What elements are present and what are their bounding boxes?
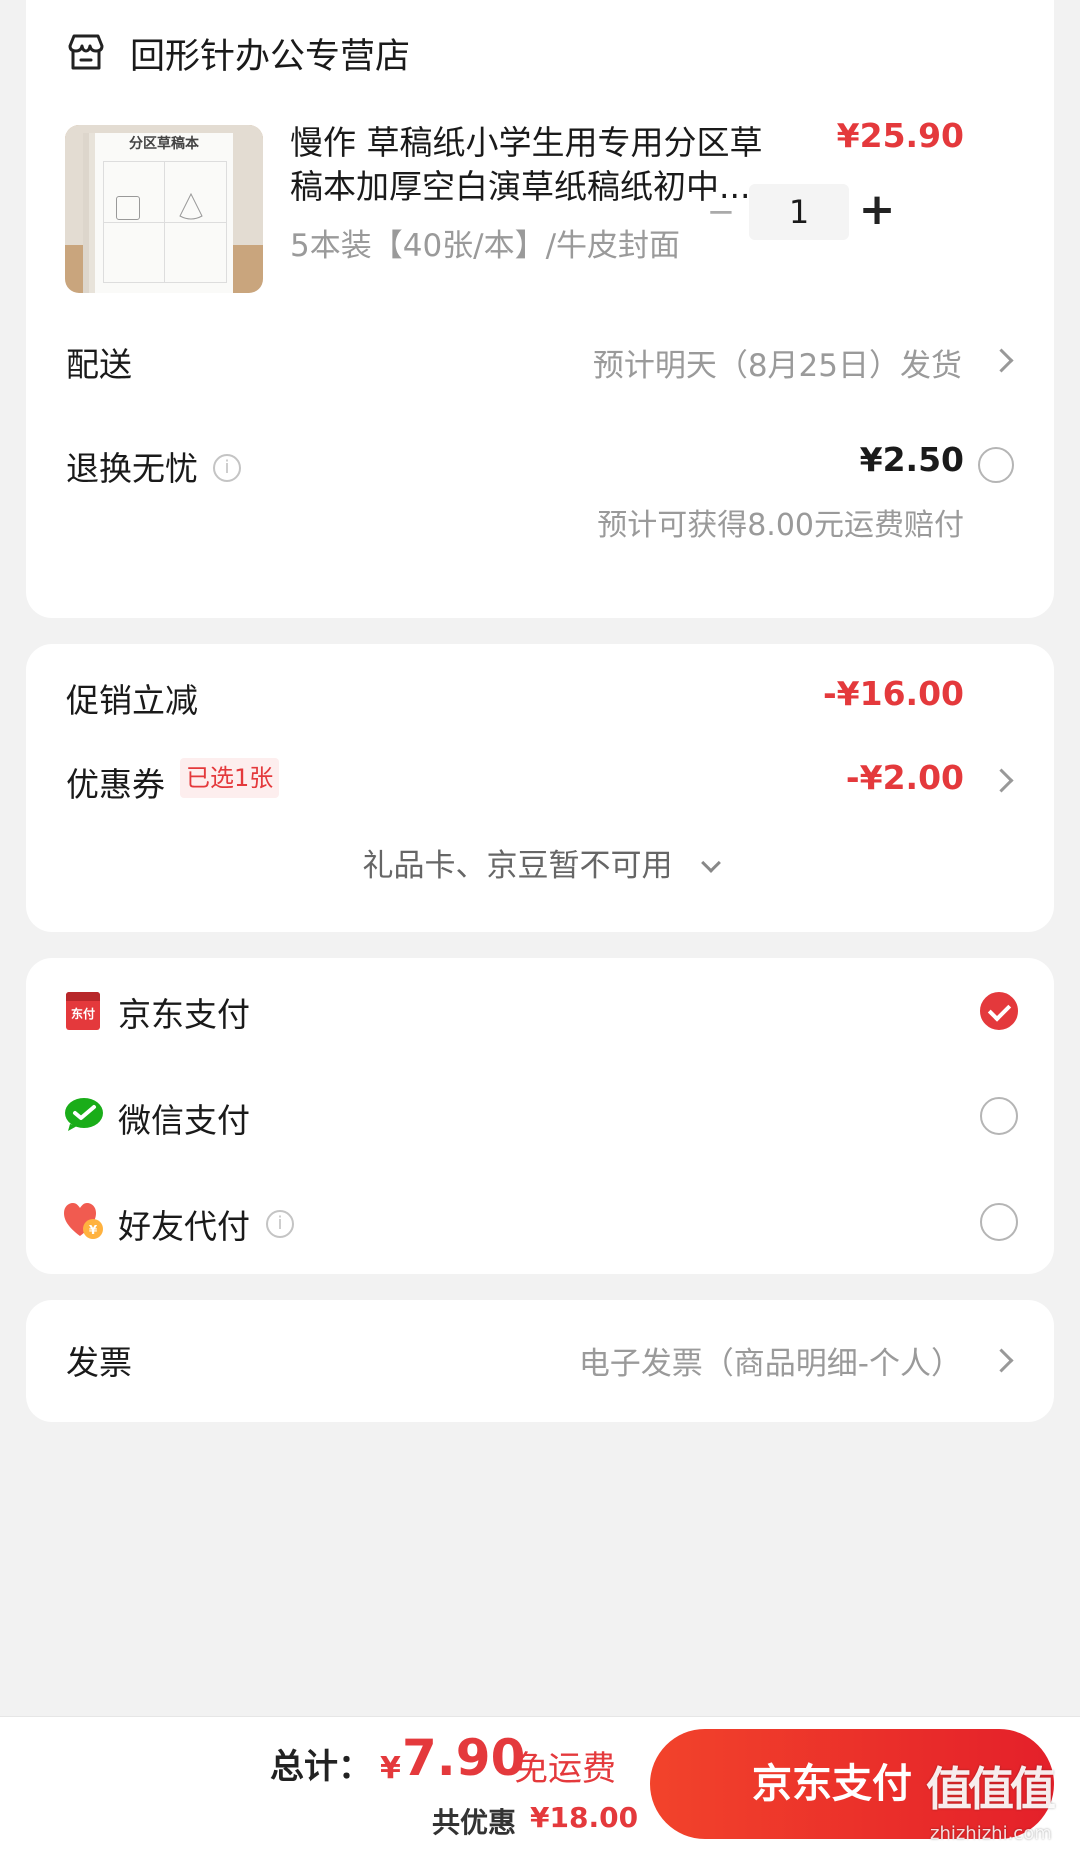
delivery-label: 配送 [66, 345, 132, 384]
payment-card: 东付 京东支付 微信支付 ¥ 好友代付 i [26, 958, 1054, 1274]
wechat-pay-icon [65, 1098, 103, 1131]
invoice-label: 发票 [66, 1343, 132, 1382]
payment-option-wechat[interactable]: 微信支付 [26, 1062, 1054, 1168]
cone-sketch-icon [179, 192, 203, 220]
svg-text:¥: ¥ [89, 1223, 98, 1237]
coupon-value: -¥2.00 [845, 758, 964, 797]
product-spec[interactable]: 5本装【40张/本】/牛皮封面 [290, 220, 680, 265]
promotion-card: 促销立减 -¥16.00 优惠券 已选1张 -¥2.00 礼品卡、京豆暂不可用 [26, 644, 1054, 932]
quantity-stepper: − 1 + [701, 184, 897, 240]
discount-label: 促销立减 [66, 681, 198, 720]
return-service-note: 预计可获得8.00元运费赔付 [597, 508, 964, 543]
shop-name[interactable]: 回形针办公专营店 [130, 28, 410, 79]
jd-pay-radio[interactable] [980, 992, 1018, 1030]
chevron-right-icon [989, 768, 1014, 793]
unavailable-toggle[interactable]: 礼品卡、京豆暂不可用 [26, 840, 1054, 900]
return-service-checkbox[interactable] [978, 447, 1014, 483]
payment-option-jd[interactable]: 东付 京东支付 [26, 958, 1054, 1062]
chevron-right-icon [989, 1348, 1014, 1373]
watermark-logo: 值值值 [926, 1762, 1056, 1816]
decrease-button[interactable]: − [701, 192, 741, 232]
product-title-line2[interactable]: 稿本加厚空白演草纸稿纸初中... [290, 160, 750, 208]
friend-pay-radio[interactable] [980, 1203, 1018, 1241]
coupon-badge: 已选1张 [180, 758, 280, 798]
payment-label: 好友代付 [118, 1207, 250, 1246]
store-icon [68, 34, 104, 70]
total-label: 总计： [270, 1747, 372, 1787]
watermark-url: zhizhizhi.com [930, 1823, 1052, 1844]
saved-label: 共优惠 [432, 1806, 517, 1839]
quantity-input[interactable]: 1 [749, 184, 849, 240]
thumbnail-label: 分区草稿本 [129, 136, 199, 152]
total-amount: 7.90 [402, 1729, 526, 1787]
payment-label: 微信支付 [118, 1101, 250, 1140]
info-icon[interactable]: i [266, 1210, 294, 1238]
free-shipping: 免运费 [514, 1749, 616, 1789]
increase-button[interactable]: + [857, 188, 897, 232]
discount-value: -¥16.00 [822, 674, 964, 713]
jd-pay-icon: 东付 [66, 992, 100, 1030]
order-item-card: 回形针办公专营店 分区草稿本 慢作 草稿纸小学生用专用分区草 稿本加厚空白演草纸… [26, 0, 1054, 618]
payment-label: 京东支付 [118, 995, 250, 1034]
friend-pay-icon: ¥ [64, 1203, 103, 1239]
info-icon[interactable]: i [213, 454, 241, 482]
payment-option-friend[interactable]: ¥ 好友代付 i [26, 1168, 1054, 1274]
unavailable-text: 礼品卡、京豆暂不可用 [362, 848, 673, 884]
saved-value: ¥18.00 [530, 1801, 639, 1834]
currency-symbol: ¥ [380, 1751, 401, 1786]
return-service-label: 退换无忧 [66, 449, 198, 488]
delivery-row[interactable]: 配送 预计明天（8月25日）发货 [26, 320, 1054, 400]
product-price: ¥25.90 [836, 116, 964, 155]
chevron-right-icon [989, 348, 1014, 373]
checkout-bar: 总计： ¥ 7.90 免运费 共优惠 ¥18.00 京东支付 值值值 zhizh… [0, 1716, 1080, 1853]
invoice-value: 电子发票（商品明细-个人） [578, 1346, 962, 1382]
coupon-label: 优惠券 [66, 765, 165, 804]
product-thumbnail[interactable]: 分区草稿本 [65, 125, 263, 293]
wechat-pay-radio[interactable] [980, 1097, 1018, 1135]
chevron-down-icon [700, 853, 721, 873]
product-title-line1[interactable]: 慢作 草稿纸小学生用专用分区草 [290, 116, 763, 164]
return-service-price: ¥2.50 [859, 440, 964, 479]
invoice-card[interactable]: 发票 电子发票（商品明细-个人） [26, 1300, 1054, 1422]
coupon-row[interactable]: 优惠券 已选1张 -¥2.00 [26, 744, 1054, 824]
delivery-value: 预计明天（8月25日）发货 [592, 348, 962, 384]
